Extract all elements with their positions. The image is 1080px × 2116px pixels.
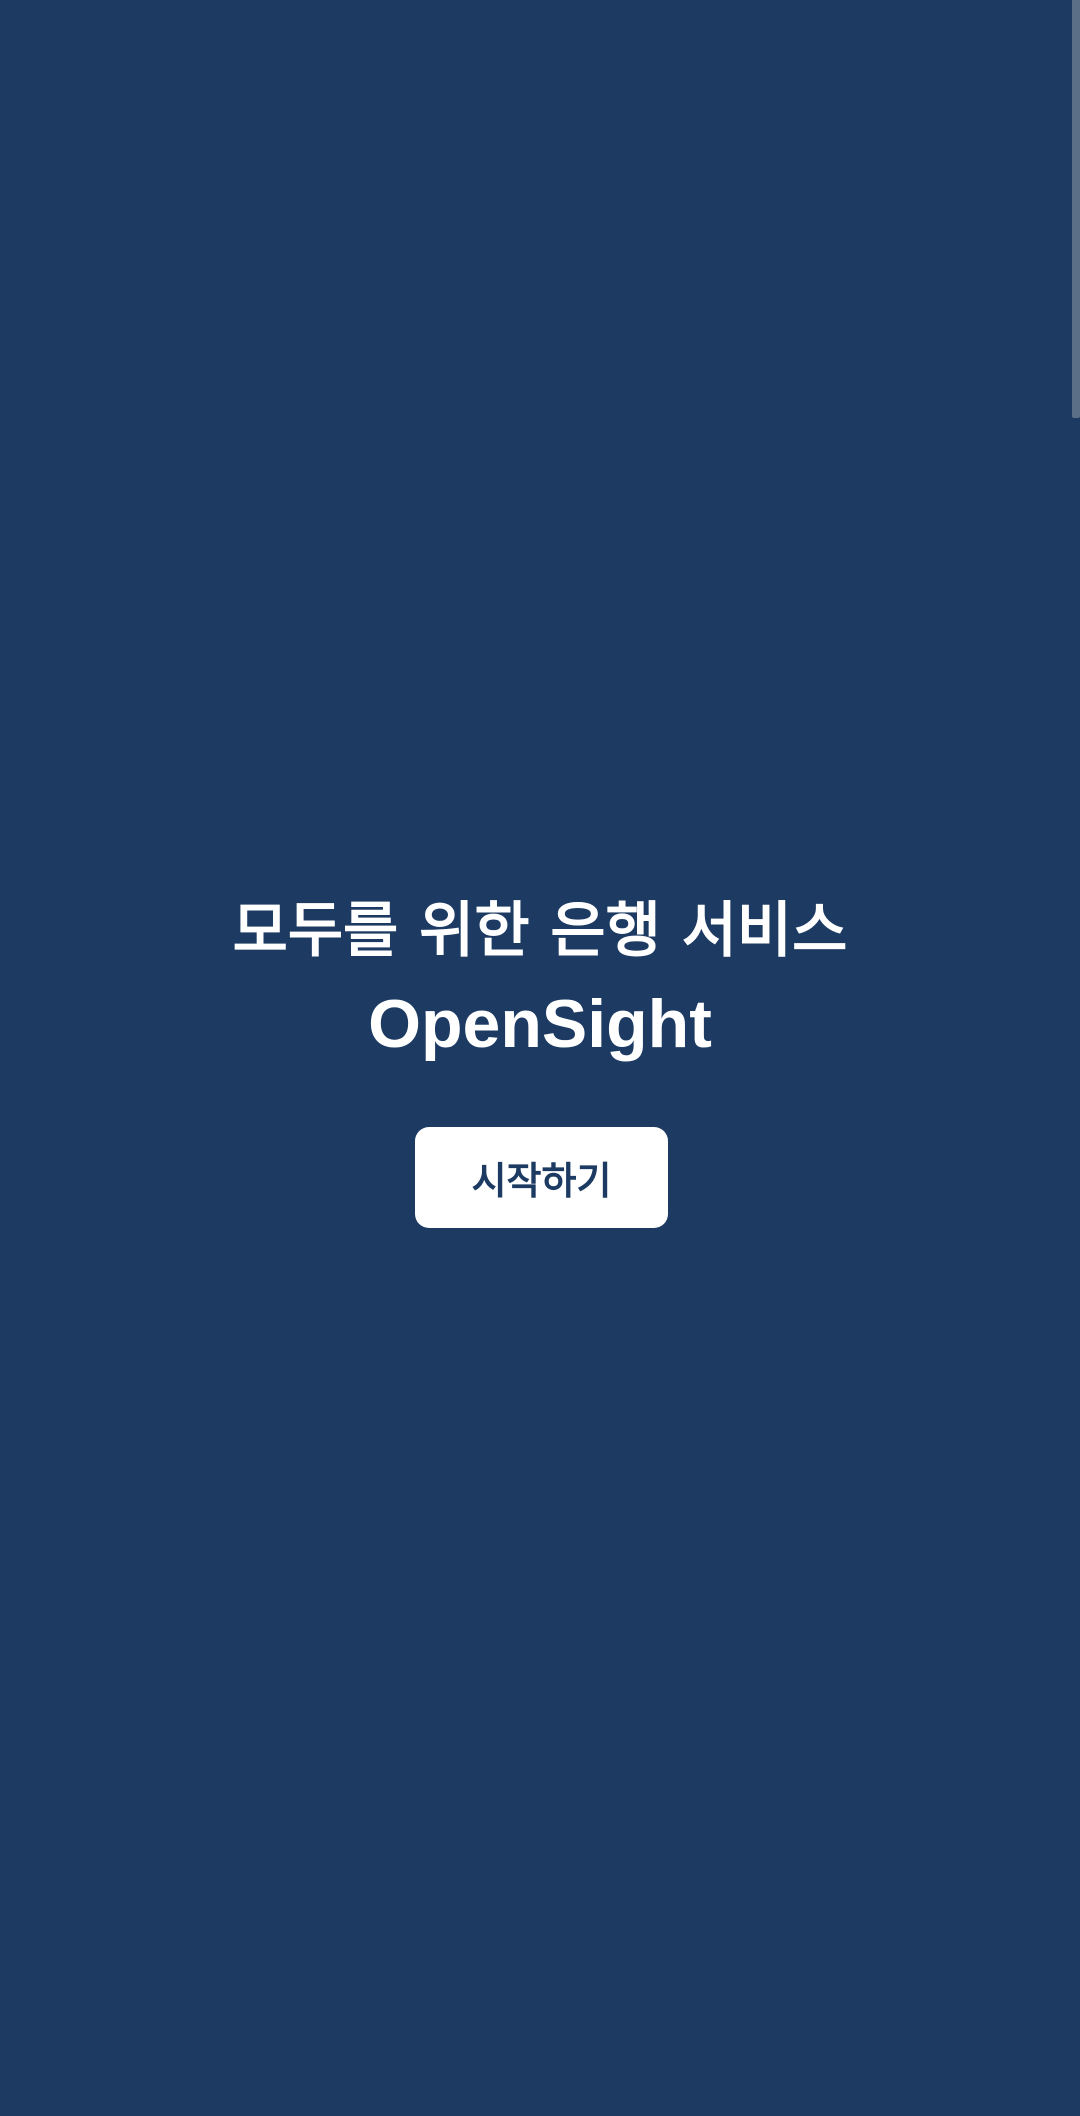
- start-button[interactable]: 시작하기: [415, 1127, 668, 1228]
- hero-headline: 모두를 위한 은행 서비스: [232, 896, 848, 966]
- scrollbar-thumb[interactable]: [1072, 0, 1080, 418]
- landing-screen: 모두를 위한 은행 서비스 OpenSight 시작하기: [0, 0, 1080, 2116]
- brand-name: OpenSight: [368, 986, 712, 1062]
- hero-section: 모두를 위한 은행 서비스 OpenSight: [0, 890, 1080, 1066]
